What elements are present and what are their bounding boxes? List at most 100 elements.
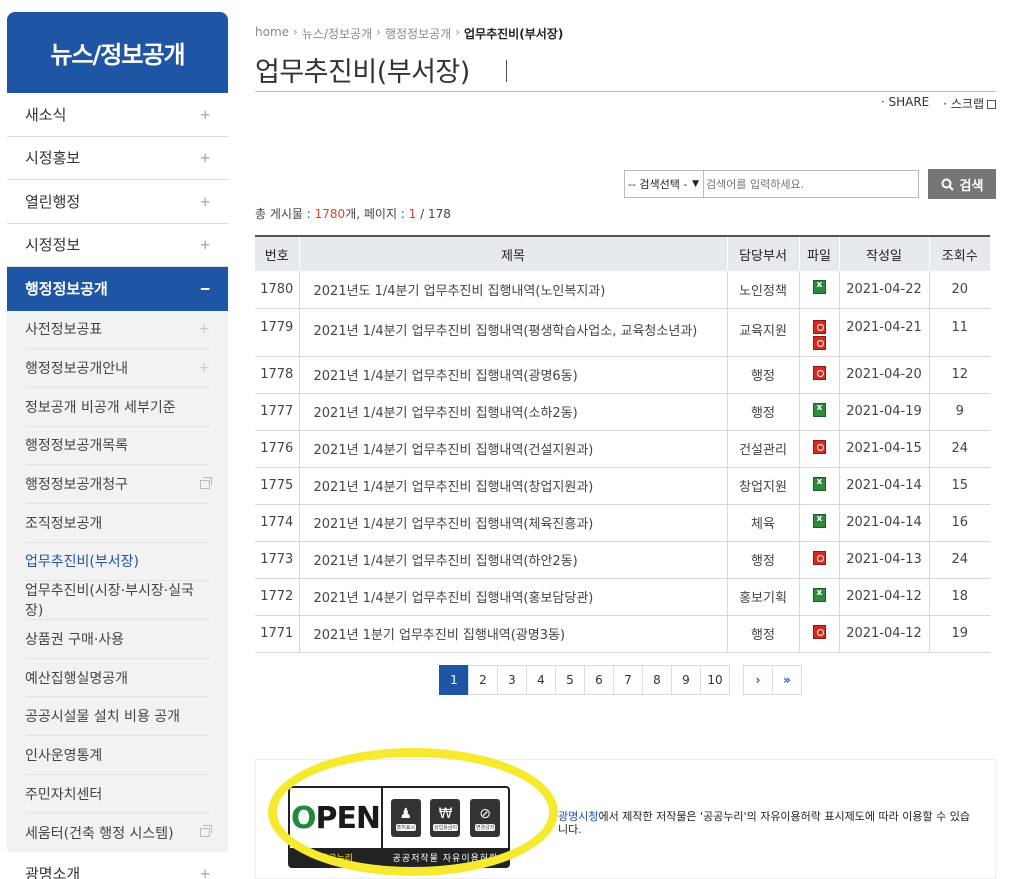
sidebar-item[interactable]: 광명소개 + [7,852,228,879]
submenu-item[interactable]: 세움터(건축 행정 시스템) [25,813,212,852]
row-title-link[interactable]: 2021년 1/4분기 업무추진비 집행내역(창업지원과) [299,467,728,505]
breadcrumb-item: 업무추진비(부서장) [464,27,564,41]
search-type-select[interactable]: -- 검색선택 - ▼ [624,170,704,198]
submenu-item[interactable]: 행정정보공개안내 + [25,349,210,388]
page-link[interactable]: 3 [497,665,527,695]
header-file: 파일 [799,235,840,271]
submenu-item[interactable]: 주민자치센터 [25,775,210,814]
table-header-row: 번호 제목 담당부서 파일 작성일 조회수 [255,235,990,271]
row-title-link[interactable]: 2021년도 1/4분기 업무추진비 집행내역(노인복지과) [299,271,728,309]
row-dept: 노인정책 [727,271,800,309]
highlight-circle [268,748,558,876]
pdf-file-icon[interactable] [812,335,826,350]
page-link[interactable]: 2 [468,665,498,695]
submenu-item[interactable]: 상품권 구매·사용 [25,620,210,659]
sidebar-item-active[interactable]: 행정정보공개 − [7,267,228,311]
page-link[interactable]: 5 [555,665,585,695]
sidebar-title: 뉴스/정보공개 [7,12,228,93]
row-files [799,430,840,468]
expand-icon[interactable]: + [200,864,210,879]
sidebar-item[interactable]: 시정정보 + [7,224,228,267]
breadcrumb-item[interactable]: home [255,25,289,42]
page-link[interactable]: 8 [642,665,672,695]
submenu-item[interactable]: 사전정보공표 + [25,311,210,350]
submenu-item[interactable]: 조직정보공개 [25,504,210,543]
next-page-button[interactable]: › [743,665,773,695]
breadcrumb-item[interactable]: 뉴스/정보공개 [302,25,372,42]
submenu-item[interactable]: 행정정보공개청구 [25,465,212,504]
search-select-value: -- 검색선택 - [628,178,688,191]
row-dept: 교육지원 [727,308,800,357]
row-title-link[interactable]: 2021년 1/4분기 업무추진비 집행내역(평생학습사업소, 교육청소년과) [299,308,728,357]
pagination: 1 2 3 4 5 6 7 8 9 10 ›» [439,665,802,695]
submenu-item-label: 예산집행실명공개 [25,670,129,687]
row-title-link[interactable]: 2021년 1분기 업무추진비 집행내역(광명3동) [299,615,728,653]
submenu-item[interactable]: 공공시설물 설치 비용 공개 [25,697,210,737]
row-title-link[interactable]: 2021년 1/4분기 업무추진비 집행내역(건설지원과) [299,430,728,468]
scrap-label: · 스크랩 [943,97,984,111]
pdf-file-icon[interactable] [812,319,826,334]
pdf-file-icon[interactable] [812,439,826,454]
count-total: 1780 [314,207,346,221]
page-link[interactable]: 9 [671,665,701,695]
row-views: 15 [929,467,990,505]
submenu-item[interactable]: 행정정보공개목록 [25,427,210,466]
page-link[interactable]: 1 [439,665,469,695]
excel-file-icon[interactable] [812,587,826,602]
page-link[interactable]: 7 [613,665,643,695]
sidebar-item[interactable]: 시정홍보 + [7,137,228,180]
row-date: 2021-04-20 [839,356,930,394]
submenu-item[interactable]: 예산집행실명공개 [25,659,210,698]
pdf-file-icon[interactable] [812,550,826,565]
row-files [799,541,840,579]
expand-icon[interactable]: + [200,192,210,211]
row-title-link[interactable]: 2021년 1/4분기 업무추진비 집행내역(홍보담당관) [299,578,728,616]
submenu-item[interactable]: 업무추진비(시장·부시장·실국장) [25,581,210,620]
submenu-item-label: 조직정보공개 [25,515,103,532]
board-table: 번호 제목 담당부서 파일 작성일 조회수 1780 2021년도 1/4분기 … [255,235,990,653]
count-prefix: 총 게시물 : [255,207,315,221]
sidebar-item[interactable]: 열린행정 + [7,180,228,224]
file-icons [812,550,826,565]
submenu-item[interactable]: 업무추진비(부서장) [25,543,210,582]
page-link[interactable]: 10 [700,665,730,695]
search-input[interactable] [704,170,919,198]
submenu-item[interactable]: 정보공개 비공개 세부기준 [25,388,210,427]
search-button[interactable]: 검색 [928,169,996,199]
sidebar-item[interactable]: 새소식 + [7,93,228,137]
expand-icon[interactable]: + [200,105,210,124]
page-link[interactable]: 6 [584,665,614,695]
collapse-icon[interactable]: − [200,279,210,298]
excel-file-icon[interactable] [812,513,826,528]
expand-icon[interactable]: + [200,235,210,254]
page-link[interactable]: 4 [526,665,556,695]
row-title-link[interactable]: 2021년 1/4분기 업무추진비 집행내역(광명6동) [299,356,728,394]
row-views: 16 [929,504,990,542]
row-title-link[interactable]: 2021년 1/4분기 업무추진비 집행내역(체육진흥과) [299,504,728,542]
row-title-link[interactable]: 2021년 1/4분기 업무추진비 집행내역(하안2동) [299,541,728,579]
share-button[interactable]: · SHARE [881,95,929,112]
sidebar-item-label: 광명소개 [25,864,81,879]
license-org-link[interactable]: 광명시청 [558,810,598,823]
row-files [799,578,840,616]
breadcrumb-item[interactable]: 행정정보공개 [385,25,451,42]
excel-file-icon[interactable] [812,280,826,295]
excel-file-icon[interactable] [812,402,826,417]
chevron-right-icon: › [455,25,461,39]
expand-icon[interactable]: + [200,148,210,167]
table-body: 1780 2021년도 1/4분기 업무추진비 집행내역(노인복지과)노인정책2… [255,271,990,653]
row-no: 1780 [255,271,300,309]
expand-icon: + [198,360,210,377]
row-title-link[interactable]: 2021년 1/4분기 업무추진비 집행내역(소하2동) [299,393,728,431]
scrap-button[interactable]: · 스크랩 [943,95,996,112]
row-views: 11 [929,308,990,357]
row-views: 24 [929,430,990,468]
pdf-file-icon[interactable] [812,624,826,639]
row-date: 2021-04-19 [839,393,930,431]
last-page-button[interactable]: » [772,665,802,695]
excel-file-icon[interactable] [812,476,826,491]
pdf-file-icon[interactable] [812,365,826,380]
license-text: 광명시청에서 제작한 저작물은 '공공누리'의 자유이용허락 표시제도에 따라 … [558,810,978,836]
submenu-item[interactable]: 인사운영통계 [25,736,210,775]
table-row: 1773 2021년 1/4분기 업무추진비 집행내역(하안2동) 행정 2021-0… [255,541,990,579]
